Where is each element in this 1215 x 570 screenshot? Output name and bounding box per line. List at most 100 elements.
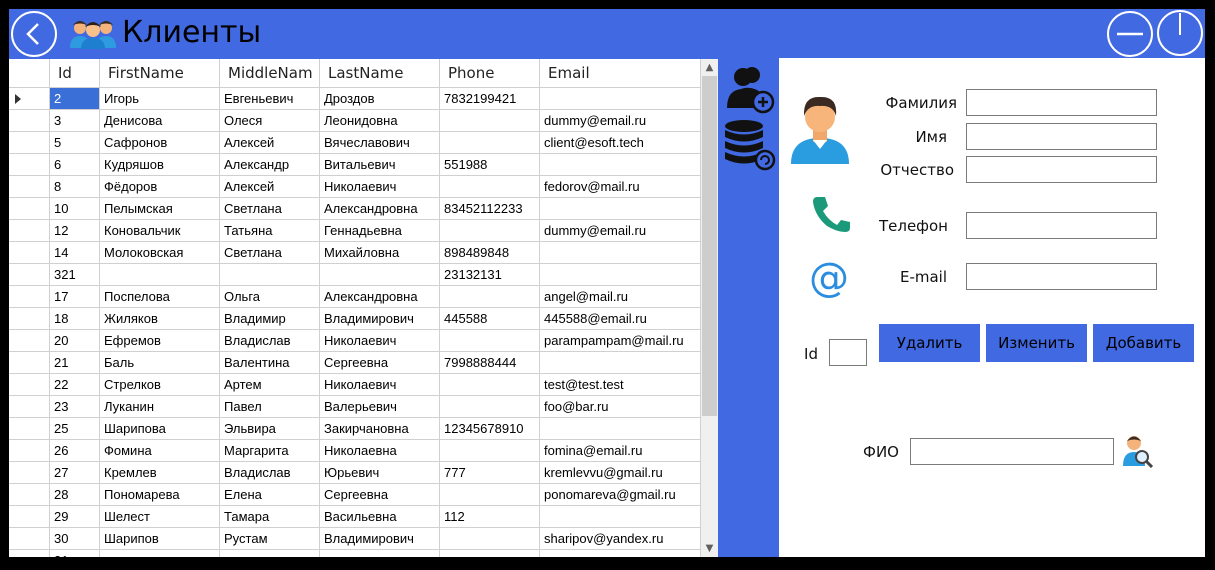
table-cell[interactable]	[440, 528, 540, 550]
table-cell[interactable]: kremlevvu@gmail.ru	[540, 462, 701, 484]
fio-search-field[interactable]	[910, 438, 1114, 465]
table-cell[interactable]: Кудряшов	[100, 154, 220, 176]
table-cell[interactable]: 445588@email.ru	[540, 308, 701, 330]
table-cell[interactable]: 898489848	[440, 242, 540, 264]
table-cell[interactable]: Владислав	[220, 462, 320, 484]
table-cell[interactable]: 3	[50, 110, 100, 132]
table-row[interactable]: 321 23132131	[9, 264, 701, 286]
table-cell[interactable]: Кремлев	[100, 462, 220, 484]
back-button[interactable]	[11, 11, 57, 57]
table-cell[interactable]	[540, 506, 701, 528]
table-cell[interactable]: Михайловна	[320, 242, 440, 264]
table-cell[interactable]: Пономарева	[100, 484, 220, 506]
table-cell[interactable]: 20	[50, 330, 100, 352]
add-user-icon[interactable]	[721, 64, 777, 114]
table-cell[interactable]: Николаевич	[320, 330, 440, 352]
table-cell[interactable]	[440, 176, 540, 198]
column-header[interactable]: FirstName	[100, 59, 220, 88]
table-row[interactable]: 6 Кудряшов Александр Витальевич 551988	[9, 154, 701, 176]
clients-grid[interactable]: Id FirstName MiddleNam LastName Phone Email 2 И…	[9, 59, 718, 557]
table-cell[interactable]: 8	[50, 176, 100, 198]
scroll-thumb[interactable]	[702, 76, 717, 416]
table-cell[interactable]: Юрьевич	[320, 462, 440, 484]
table-cell[interactable]	[540, 550, 701, 557]
email-field[interactable]	[966, 263, 1157, 290]
row-header[interactable]	[9, 418, 50, 440]
table-cell[interactable]: Евгеньевич	[220, 88, 320, 110]
table-cell[interactable]: Шелест	[100, 506, 220, 528]
table-cell[interactable]	[440, 396, 540, 418]
row-header[interactable]	[9, 528, 50, 550]
table-cell[interactable]: Александровна	[320, 286, 440, 308]
table-cell[interactable]: 23	[50, 396, 100, 418]
table-cell[interactable]: Геннадьевна	[320, 220, 440, 242]
table-cell[interactable]: angel@mail.ru	[540, 286, 701, 308]
table-cell[interactable]: dummy@email.ru	[540, 110, 701, 132]
table-cell[interactable]: 445588	[440, 308, 540, 330]
column-header[interactable]: MiddleNam	[220, 59, 320, 88]
table-cell[interactable]	[320, 264, 440, 286]
table-cell[interactable]: Владислав	[220, 330, 320, 352]
table-cell[interactable]: Жиляков	[100, 308, 220, 330]
table-cell[interactable]: 83452112233	[440, 198, 540, 220]
table-row[interactable]: 25 Шарипова Эльвира Закирчановна 12345678910	[9, 418, 701, 440]
row-header[interactable]	[9, 176, 50, 198]
row-header[interactable]	[9, 220, 50, 242]
table-cell[interactable]: test@test.test	[540, 374, 701, 396]
table-row[interactable]: 12 Коновальчик Татьяна Геннадьевна dummy@ema…	[9, 220, 701, 242]
table-row[interactable]: 17 Поспелова Ольга Александровна angel@mail.…	[9, 286, 701, 308]
table-cell[interactable]: ponomareva@gmail.ru	[540, 484, 701, 506]
table-row[interactable]: 2 Игорь Евгеньевич Дроздов 7832199421	[9, 88, 701, 110]
table-cell[interactable]: Маргарита	[220, 440, 320, 462]
table-cell[interactable]: Эльвира	[220, 418, 320, 440]
table-cell[interactable]: 17	[50, 286, 100, 308]
row-header[interactable]	[9, 198, 50, 220]
table-cell[interactable]	[540, 418, 701, 440]
table-cell[interactable]: Васильевна	[320, 506, 440, 528]
table-cell[interactable]: Луканин	[100, 396, 220, 418]
table-cell[interactable]: 10	[50, 198, 100, 220]
table-cell[interactable]	[320, 550, 440, 557]
table-row[interactable]: 26 Фомина Маргарита Николаевна fomina@email.…	[9, 440, 701, 462]
table-cell[interactable]	[100, 264, 220, 286]
table-cell[interactable]: Елена	[220, 484, 320, 506]
table-row[interactable]: 18 Жиляков Владимир Владимирович 445588 44558…	[9, 308, 701, 330]
table-cell[interactable]: Ефремов	[100, 330, 220, 352]
patronymic-field[interactable]	[966, 156, 1157, 183]
table-cell[interactable]	[440, 110, 540, 132]
row-header[interactable]	[9, 110, 50, 132]
table-cell[interactable]: Шарипов	[100, 528, 220, 550]
table-cell[interactable]: Поспелова	[100, 286, 220, 308]
table-cell[interactable]: Николаевич	[320, 176, 440, 198]
table-cell[interactable]: 23132131	[440, 264, 540, 286]
table-cell[interactable]: 5	[50, 132, 100, 154]
column-header[interactable]: Id	[50, 59, 100, 88]
table-cell[interactable]: Фёдоров	[100, 176, 220, 198]
person-search-icon[interactable]	[1122, 434, 1154, 468]
row-header[interactable]	[9, 396, 50, 418]
table-row[interactable]: 14 Молоковская Светлана Михайловна 898489848	[9, 242, 701, 264]
table-cell[interactable]: Вячеславович	[320, 132, 440, 154]
name-field[interactable]	[966, 123, 1157, 150]
table-cell[interactable]: 18	[50, 308, 100, 330]
table-cell[interactable]	[540, 154, 701, 176]
add-button[interactable]: Добавить	[1093, 324, 1194, 362]
table-cell[interactable]	[540, 198, 701, 220]
table-cell[interactable]: Алексей	[220, 132, 320, 154]
column-header[interactable]: Email	[540, 59, 701, 88]
table-cell[interactable]: Сафронов	[100, 132, 220, 154]
table-cell[interactable]: 27	[50, 462, 100, 484]
table-cell[interactable]: 25	[50, 418, 100, 440]
table-row[interactable]: 5 Сафронов Алексей Вячеславович client@esoft…	[9, 132, 701, 154]
table-cell[interactable]: Витальевич	[320, 154, 440, 176]
table-cell[interactable]: Закирчановна	[320, 418, 440, 440]
table-cell[interactable]	[100, 550, 220, 557]
table-cell[interactable]: 21	[50, 352, 100, 374]
table-cell[interactable]: sharipov@yandex.ru	[540, 528, 701, 550]
table-cell[interactable]: Светлана	[220, 198, 320, 220]
table-row[interactable]: 30 Шарипов Рустам Владимирович sharipov@yand…	[9, 528, 701, 550]
grid-scrollbar[interactable]: ▲ ▼	[701, 59, 718, 557]
table-cell[interactable]	[440, 484, 540, 506]
table-row[interactable]: 3 Денисова Олеся Леонидовна dummy@email.ru	[9, 110, 701, 132]
phone-field[interactable]	[966, 212, 1157, 239]
